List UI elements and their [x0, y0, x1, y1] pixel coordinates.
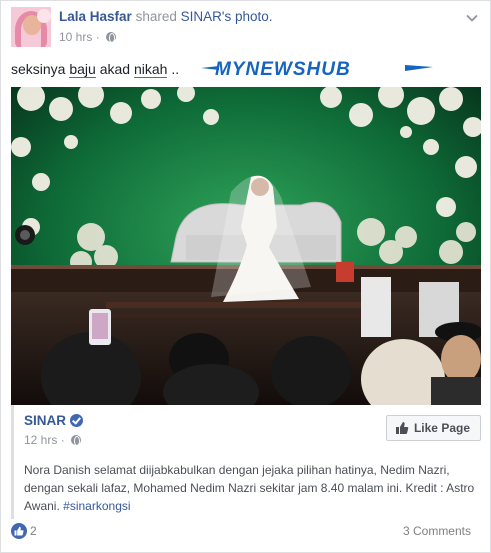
shared-post-attribution: SINAR 12 hrs · Like Page Nora Danish sel…: [11, 405, 481, 519]
shared-post-meta: 12 hrs ·: [24, 433, 82, 447]
hashtag-link[interactable]: #sinarkongsi: [63, 499, 130, 513]
keyword-link[interactable]: nikah: [133, 61, 168, 78]
post-meta: 10 hrs ·: [59, 30, 117, 44]
post-title: Lala Hasfar shared SINAR's photo.: [59, 9, 273, 24]
comments-count-link[interactable]: 3 Comments: [403, 524, 471, 538]
author-avatar[interactable]: [11, 7, 51, 47]
shared-page-link[interactable]: SINAR's: [181, 9, 232, 24]
shared-page-name[interactable]: SINAR: [24, 413, 84, 428]
thumbs-up-icon: [395, 422, 409, 434]
like-count[interactable]: 2: [30, 524, 37, 538]
shared-timestamp[interactable]: 12 hrs: [24, 433, 57, 447]
chevron-down-icon[interactable]: [465, 11, 479, 25]
svg-text:MYNEWSHUB: MYNEWSHUB: [215, 59, 351, 80]
shared-photo[interactable]: [11, 87, 481, 405]
shared-post-text: Nora Danish selamat diijabkabulkan denga…: [24, 463, 475, 513]
shared-verb: shared: [135, 9, 177, 24]
verified-badge-icon: [70, 414, 84, 427]
globe-icon[interactable]: [106, 32, 117, 43]
post-footer: 2 3 Comments: [11, 521, 481, 543]
globe-icon[interactable]: [71, 435, 82, 446]
like-reaction-icon[interactable]: [11, 523, 27, 539]
mynewshub-watermark: MYNEWSHUB: [199, 56, 435, 80]
post-header: Lala Hasfar shared SINAR's photo. 10 hrs…: [11, 7, 481, 49]
author-name-link[interactable]: Lala Hasfar: [59, 9, 132, 24]
post-message: seksinya baju akad nikah ..: [11, 61, 180, 78]
post-timestamp[interactable]: 10 hrs: [59, 30, 92, 44]
feed-post: Lala Hasfar shared SINAR's photo. 10 hrs…: [0, 0, 491, 553]
like-page-button[interactable]: Like Page: [385, 415, 481, 441]
keyword-link[interactable]: baju: [69, 61, 96, 78]
shared-photo-link[interactable]: photo.: [235, 9, 273, 24]
